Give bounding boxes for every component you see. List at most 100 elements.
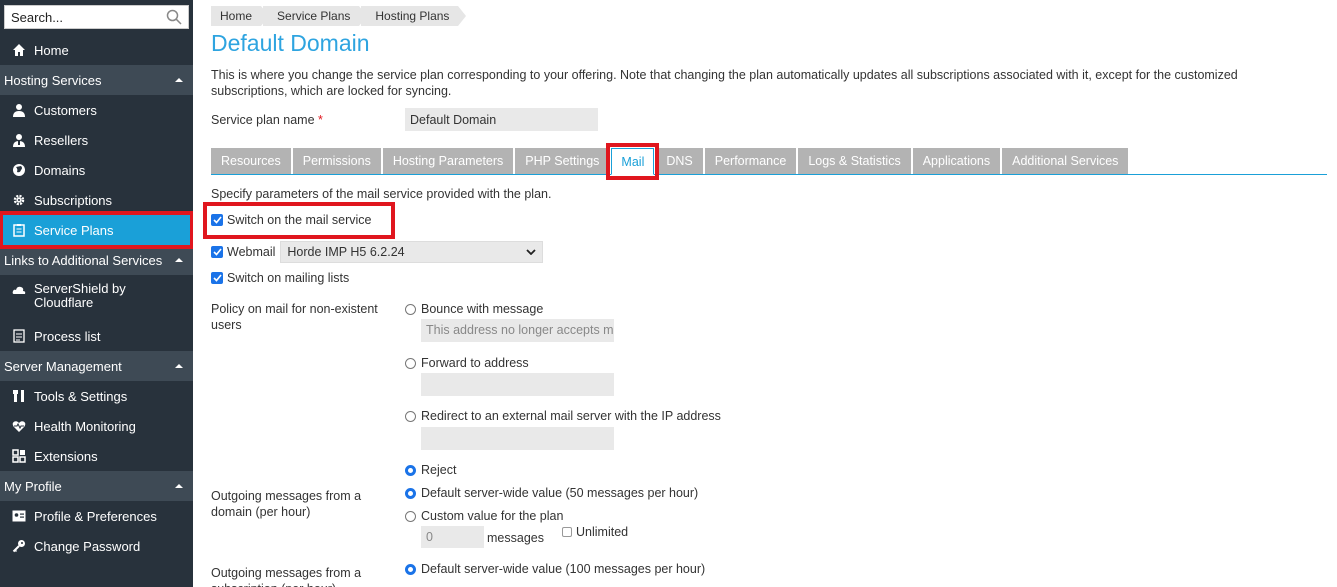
sidebar-item-tools-settings[interactable]: Tools & Settings: [0, 381, 193, 411]
tab-additional-services[interactable]: Additional Services: [1002, 148, 1129, 174]
breadcrumb-hosting-plans[interactable]: Hosting Plans: [361, 6, 467, 26]
sidebar-item-subscriptions[interactable]: Subscriptions: [0, 185, 193, 215]
sidebar-item-servershield[interactable]: ServerShield by Cloudflare: [0, 275, 193, 321]
tab-php-settings[interactable]: PHP Settings: [515, 148, 610, 174]
caret-up-icon: [175, 484, 183, 488]
globe-icon: [11, 162, 27, 178]
section-label: Hosting Services: [4, 72, 102, 88]
radio-forward[interactable]: Forward to address: [405, 356, 529, 370]
sidebar-item-service-plans[interactable]: Service Plans: [0, 211, 193, 249]
user-icon: [11, 102, 27, 118]
tab-mail[interactable]: Mail: [606, 143, 660, 180]
section-label: Links to Additional Services: [4, 252, 163, 268]
section-label: Server Management: [4, 358, 122, 374]
radio-subscription-default[interactable]: Default server-wide value (100 messages …: [405, 562, 705, 576]
tab-applications[interactable]: Applications: [912, 148, 1001, 174]
checkbox-checked-icon[interactable]: [211, 214, 223, 226]
caret-up-icon: [175, 258, 183, 262]
forward-address-input[interactable]: [421, 373, 614, 396]
webmail-selected-value: Horde IMP H5 6.2.24: [287, 245, 405, 259]
radio-reject[interactable]: Reject: [405, 463, 456, 477]
tab-hosting-parameters[interactable]: Hosting Parameters: [382, 148, 514, 174]
sidebar-item-resellers[interactable]: Resellers: [0, 125, 193, 155]
custom-value-input[interactable]: 0: [421, 526, 484, 548]
radio-forward-label: Forward to address: [421, 356, 529, 370]
tab-performance[interactable]: Performance: [704, 148, 797, 174]
sidebar-item-domains[interactable]: Domains: [0, 155, 193, 185]
plan-name-label: Service plan name *: [211, 112, 323, 127]
sidebar-item-profile-preferences[interactable]: Profile & Preferences: [0, 501, 193, 531]
webmail-label: Webmail: [227, 245, 276, 259]
sidebar-item-extensions[interactable]: Extensions: [0, 441, 193, 471]
tab-bar: Resources Permissions Hosting Parameters…: [211, 143, 1327, 180]
radio-domain-custom-label: Custom value for the plan: [421, 509, 564, 523]
sidebar-item-customers[interactable]: Customers: [0, 95, 193, 125]
sidebar-item-label: Resellers: [34, 132, 89, 148]
sidebar-item-label: Customers: [34, 102, 97, 118]
breadcrumb-home[interactable]: Home: [211, 6, 270, 26]
checkbox-checked-icon[interactable]: [211, 272, 223, 284]
mailing-lists-checkbox[interactable]: Switch on mailing lists: [211, 271, 349, 285]
search-icon[interactable]: [166, 9, 182, 25]
sidebar-item-change-password[interactable]: Change Password: [0, 531, 193, 561]
page-title: Default Domain: [211, 30, 370, 56]
gear-icon: [11, 192, 27, 208]
clipboard-icon: [11, 222, 27, 238]
section-hosting-services[interactable]: Hosting Services: [0, 65, 193, 95]
breadcrumb: Home Service Plans Hosting Plans: [211, 6, 467, 26]
bounce-message-input[interactable]: This address no longer accepts mail.: [421, 319, 614, 342]
sidebar-item-health-monitoring[interactable]: Health Monitoring: [0, 411, 193, 441]
redirect-ip-input[interactable]: [421, 427, 614, 450]
webmail-select[interactable]: Horde IMP H5 6.2.24: [280, 241, 544, 263]
plan-name-row: Service plan name *: [211, 108, 598, 131]
radio-domain-custom[interactable]: Custom value for the plan: [405, 509, 563, 523]
switch-mail-checkbox[interactable]: Switch on the mail service: [211, 213, 372, 227]
unlimited-label: Unlimited: [576, 525, 629, 539]
radio-bounce[interactable]: Bounce with message: [405, 302, 543, 316]
extensions-icon: [11, 448, 27, 464]
chevron-down-icon: [526, 249, 537, 255]
section-links-additional[interactable]: Links to Additional Services: [0, 245, 193, 275]
policy-label: Policy on mail for non-existent users: [211, 302, 378, 332]
section-my-profile[interactable]: My Profile: [0, 471, 193, 501]
radio-unchecked-icon[interactable]: [405, 303, 416, 315]
search-input[interactable]: [11, 9, 166, 25]
radio-unchecked-icon[interactable]: [405, 510, 416, 522]
radio-domain-default-label: Default server-wide value (50 messages p…: [421, 486, 699, 500]
tab-permissions[interactable]: Permissions: [292, 148, 381, 174]
webmail-row: Webmail Horde IMP H5 6.2.24: [211, 241, 544, 263]
breadcrumb-service-plans[interactable]: Service Plans: [263, 6, 368, 26]
list-icon: [11, 328, 27, 344]
sidebar-item-label: Change Password: [34, 538, 141, 554]
home-icon: [11, 42, 27, 58]
radio-checked-icon[interactable]: [405, 464, 416, 476]
sidebar-item-label: Home: [34, 42, 69, 58]
sidebar-item-label: Health Monitoring: [34, 418, 136, 434]
sidebar-item-label: ServerShield by Cloudflare: [34, 281, 126, 310]
tab-dns[interactable]: DNS: [656, 148, 703, 174]
radio-reject-label: Reject: [421, 463, 457, 477]
sidebar-item-process-list[interactable]: Process list: [0, 321, 193, 351]
radio-unchecked-icon[interactable]: [405, 357, 416, 369]
radio-checked-icon[interactable]: [405, 563, 416, 575]
unlimited-checkbox[interactable]: Unlimited: [562, 525, 628, 539]
tab-logs-statistics[interactable]: Logs & Statistics: [798, 148, 911, 174]
tab-resources[interactable]: Resources: [211, 148, 291, 174]
radio-unchecked-icon[interactable]: [405, 410, 416, 422]
sidebar-item-label: Tools & Settings: [34, 388, 128, 404]
radio-checked-icon[interactable]: [405, 487, 416, 499]
sidebar-item-label: Process list: [34, 328, 101, 344]
sidebar-item-home[interactable]: Home: [0, 35, 193, 65]
messages-label: messages: [487, 531, 544, 545]
section-server-management[interactable]: Server Management: [0, 351, 193, 381]
radio-redirect[interactable]: Redirect to an external mail server with…: [405, 409, 721, 423]
search-box[interactable]: [4, 5, 189, 29]
sidebar-item-label: Subscriptions: [34, 192, 113, 208]
plan-name-input[interactable]: [405, 108, 598, 131]
checkbox-unchecked-icon[interactable]: [562, 527, 572, 537]
main-content: Home Service Plans Hosting Plans Default…: [203, 0, 1337, 587]
reseller-icon: [11, 132, 27, 148]
webmail-checkbox[interactable]: Webmail: [211, 245, 275, 259]
checkbox-checked-icon[interactable]: [211, 246, 223, 258]
radio-domain-default[interactable]: Default server-wide value (50 messages p…: [405, 486, 698, 500]
